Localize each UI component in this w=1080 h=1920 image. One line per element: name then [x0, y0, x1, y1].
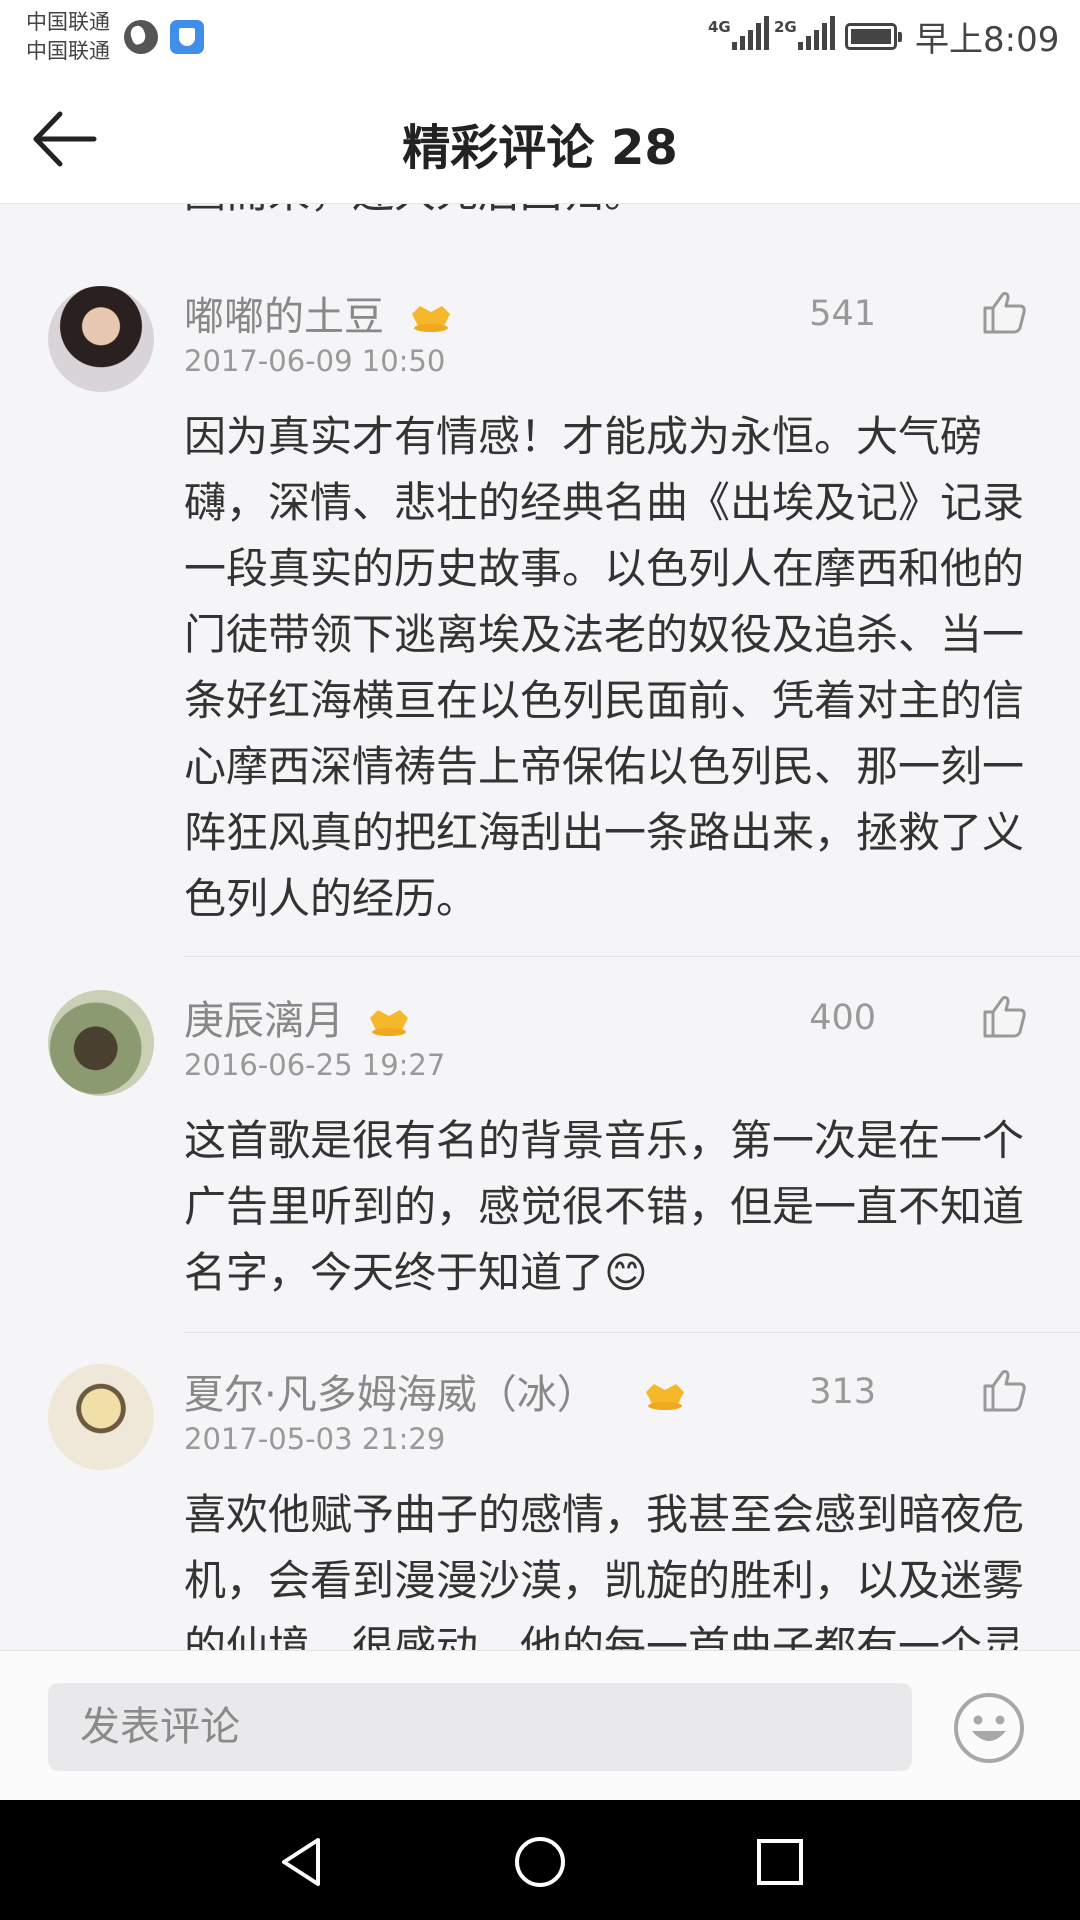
header: 精彩评论 28 [0, 76, 1080, 204]
thumbs-up-icon[interactable] [980, 288, 1028, 336]
comment-username[interactable]: 夏尔·凡多姆海威（冰） [184, 1362, 597, 1420]
like-count: 541 [809, 294, 876, 334]
comment-line: 的仙境，很感动，他的每一首曲子都有一个灵 [184, 1622, 1025, 1650]
vip-crown-icon [370, 1010, 408, 1036]
system-nav-bar [0, 1800, 1080, 1920]
like-count: 400 [809, 998, 876, 1038]
comment-line: 名字，今天终于知道了😊 [184, 1248, 648, 1297]
signal-icon-2 [798, 16, 835, 50]
comment-line: 阵狂风真的把红海刮出一条路出来，拯救了义 [184, 808, 1025, 857]
carrier-1: 中国联通 [26, 10, 110, 34]
comment-timestamp: 2016-06-25 19:27 [184, 1048, 446, 1082]
shield-icon [170, 20, 204, 54]
status-bar: 中国联通 中国联通 4G 2G 早上8:09 [0, 0, 1080, 76]
comment-line: 条好红海横亘在以色列民面前、凭着对主的信 [184, 676, 1025, 725]
triangle-back-icon[interactable] [274, 1834, 330, 1890]
page-title: 精彩评论 28 [402, 120, 678, 176]
previous-comment-tail: 因而来，连大死后回归。 [184, 204, 646, 226]
vip-crown-icon [646, 1384, 684, 1410]
square-recents-icon[interactable] [752, 1834, 808, 1890]
comment-line: 礴，深情、悲壮的经典名曲《出埃及记》记录 [184, 478, 1025, 527]
network-label-2: 2G [774, 18, 797, 36]
smiley-icon[interactable] [952, 1691, 1026, 1765]
comment-input[interactable] [48, 1683, 912, 1771]
avatar[interactable] [48, 1364, 154, 1470]
status-time: 早上8:09 [915, 20, 1060, 60]
comment-body: 喜欢他赋予曲子的感情，我甚至会感到暗夜危 机，会看到漫漫沙漠，凯旋的胜利，以及迷… [184, 1482, 1036, 1650]
comment-timestamp: 2017-05-03 21:29 [184, 1422, 446, 1456]
comment-line: 门徒带领下逃离埃及法老的奴役及追杀、当一 [184, 610, 1025, 659]
carrier-labels: 中国联通 中国联通 [26, 8, 110, 66]
signal-icon-1 [732, 16, 769, 50]
circle-home-icon[interactable] [512, 1834, 568, 1890]
divider [184, 956, 1080, 957]
comment-line: 色列人的经历。 [184, 874, 479, 923]
comment-line: 这首歌是很有名的背景音乐，第一次是在一个 [184, 1116, 1025, 1165]
comment-list[interactable]: 因而来，连大死后回归。 嘟嘟的土豆 2017-06-09 10:50 541 因… [0, 204, 1080, 1650]
divider [184, 1332, 1080, 1333]
avatar[interactable] [48, 286, 154, 392]
network-label-1: 4G [708, 18, 731, 36]
comment-username[interactable]: 庚辰漓月 [184, 988, 344, 1046]
comment-timestamp: 2017-06-09 10:50 [184, 344, 446, 378]
comment-line: 喜欢他赋予曲子的感情，我甚至会感到暗夜危 [184, 1490, 1025, 1539]
carrier-2: 中国联通 [26, 39, 110, 63]
comment-input-bar [0, 1650, 1080, 1800]
comment-line: 广告里听到的，感觉很不错，但是一直不知道 [184, 1182, 1025, 1231]
globe-icon [124, 20, 158, 54]
comment-line: 机，会看到漫漫沙漠，凯旋的胜利，以及迷雾 [184, 1556, 1025, 1605]
battery-icon [845, 23, 902, 50]
like-count: 313 [809, 1372, 876, 1412]
comment-line: 心摩西深情祷告上帝保佑以色列民、那一刻一 [184, 742, 1025, 791]
comment-username[interactable]: 嘟嘟的土豆 [184, 284, 384, 342]
thumbs-up-icon[interactable] [980, 1366, 1028, 1414]
avatar[interactable] [48, 990, 154, 1096]
thumbs-up-icon[interactable] [980, 992, 1028, 1040]
vip-crown-icon [412, 306, 450, 332]
comment-line: 因为真实才有情感！才能成为永恒。大气磅 [184, 412, 983, 461]
comment-body: 因为真实才有情感！才能成为永恒。大气磅 礴，深情、悲壮的经典名曲《出埃及记》记录… [184, 404, 1036, 932]
comment-body: 这首歌是很有名的背景音乐，第一次是在一个 广告里听到的，感觉很不错，但是一直不知… [184, 1108, 1036, 1306]
comment-line: 一段真实的历史故事。以色列人在摩西和他的 [184, 544, 1025, 593]
